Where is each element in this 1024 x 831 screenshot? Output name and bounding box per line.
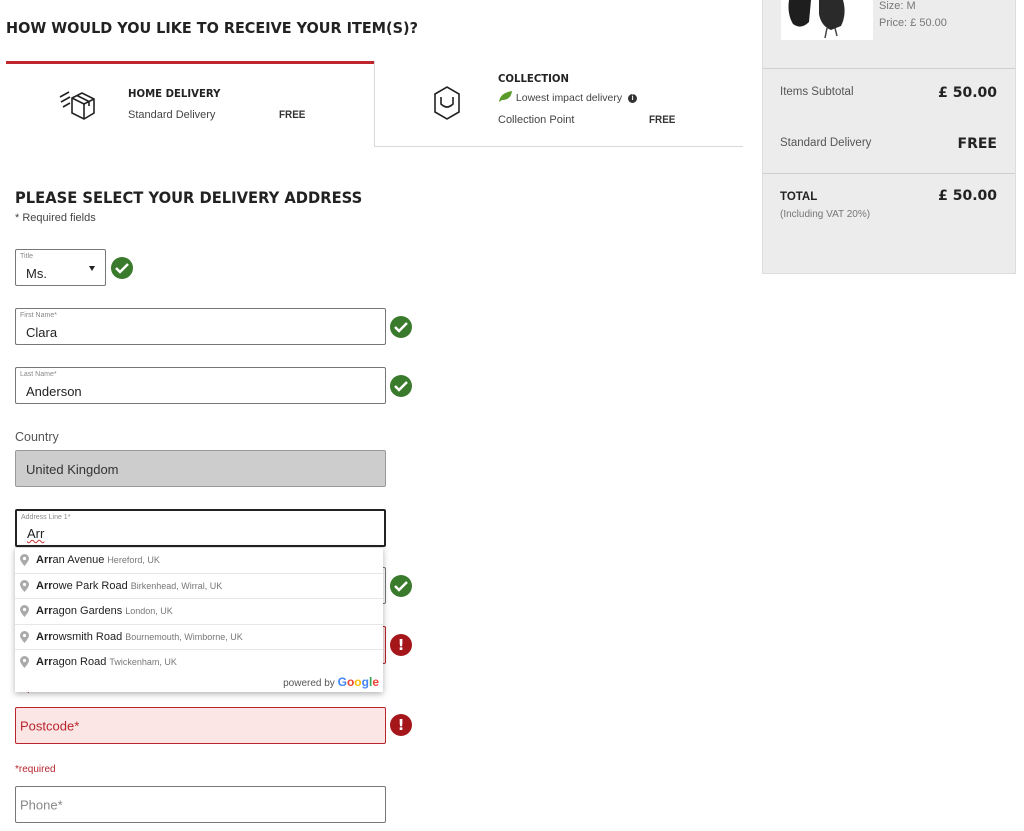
delivery-value: FREE bbox=[957, 136, 997, 152]
first-name-field[interactable]: First Name* Clara bbox=[15, 308, 386, 345]
address-suggestions-dropdown: Arran Avenue Hereford, UK Arrowe Park Roa… bbox=[15, 547, 383, 692]
map-pin-icon bbox=[20, 656, 29, 671]
map-pin-icon bbox=[20, 630, 29, 646]
info-icon[interactable]: i bbox=[628, 93, 638, 103]
last-name-label: Last Name* bbox=[20, 371, 57, 378]
suggestion-rest: an Avenue bbox=[52, 554, 105, 566]
collection-title: COLLECTION bbox=[498, 72, 570, 85]
country-field: United Kingdom bbox=[15, 450, 386, 487]
total-label: TOTAL bbox=[780, 191, 818, 203]
powered-by-text: powered by bbox=[283, 678, 335, 689]
total-row: TOTAL £ 50.00 bbox=[780, 188, 997, 204]
address-heading: PLEASE SELECT YOUR DELIVERY ADDRESS bbox=[15, 188, 363, 207]
tab-home-delivery[interactable]: HOME DELIVERY Standard Delivery FREE bbox=[6, 61, 374, 147]
collection-point-text: Collection Point bbox=[498, 114, 575, 126]
suggestion-match: Arr bbox=[36, 579, 53, 592]
subtotal-label: Items Subtotal bbox=[780, 86, 854, 98]
last-name-field[interactable]: Last Name* Anderson bbox=[15, 367, 386, 404]
last-name-value: Anderson bbox=[26, 384, 82, 399]
shopping-bag-icon bbox=[431, 82, 463, 127]
suggestion-item[interactable]: Arrowsmith Road Bournemouth, Wimborne, UK bbox=[15, 625, 383, 651]
error-icon: ! bbox=[390, 634, 412, 656]
divider bbox=[763, 68, 1015, 69]
check-icon bbox=[390, 375, 412, 397]
map-pin-icon bbox=[20, 579, 29, 595]
product-image bbox=[781, 0, 873, 40]
postcode-required-text: *required bbox=[15, 764, 56, 775]
address-line-1-label: Address Line 1* bbox=[21, 514, 71, 521]
title-label: Title bbox=[20, 253, 33, 260]
google-logo: Google bbox=[337, 675, 379, 689]
phone-placeholder: Phone* bbox=[20, 797, 63, 812]
total-value: £ 50.00 bbox=[938, 188, 997, 204]
suggestion-match: Arr bbox=[36, 554, 53, 566]
postcode-input[interactable]: Postcode* bbox=[15, 707, 386, 744]
map-pin-icon bbox=[20, 554, 29, 569]
suggestion-secondary: Hereford, UK bbox=[107, 555, 160, 565]
suggestion-rest: agon Road bbox=[52, 656, 107, 669]
suggestion-item[interactable]: Arrowe Park Road Birkenhead, Wirral, UK bbox=[15, 574, 383, 600]
suggestion-match: Arr bbox=[36, 605, 53, 618]
tab-collection[interactable]: COLLECTION Lowest impact delivery i Coll… bbox=[374, 61, 743, 147]
suggestion-secondary: Twickenham, UK bbox=[109, 657, 177, 668]
order-summary: Size: M Price: £ 50.00 Items Subtotal £ … bbox=[762, 0, 1016, 274]
delivery-label: Standard Delivery bbox=[780, 137, 872, 149]
first-name-label: First Name* bbox=[20, 312, 57, 319]
postcode-placeholder: Postcode* bbox=[20, 718, 80, 733]
leaf-icon bbox=[498, 90, 513, 106]
product-price: Price: £ 50.00 bbox=[879, 17, 947, 29]
first-name-value: Clara bbox=[26, 325, 58, 340]
suggestion-match: Arr bbox=[36, 630, 53, 643]
suggestion-rest: owsmith Road bbox=[52, 630, 123, 643]
home-delivery-price: FREE bbox=[279, 109, 306, 121]
suggestion-rest: agon Gardens bbox=[52, 605, 123, 618]
receive-heading: HOW WOULD YOU LIKE TO RECEIVE YOUR ITEM(… bbox=[6, 19, 418, 37]
suggestion-item[interactable]: Arragon Gardens London, UK bbox=[15, 599, 383, 625]
phone-input[interactable]: Phone* bbox=[15, 786, 386, 823]
country-label: Country bbox=[15, 430, 59, 444]
subtotal-value: £ 50.00 bbox=[938, 85, 997, 101]
delivery-box-icon bbox=[58, 84, 100, 131]
suggestion-item[interactable]: Arran Avenue Hereford, UK bbox=[15, 548, 383, 574]
check-icon bbox=[390, 316, 412, 338]
vat-note: (Including VAT 20%) bbox=[780, 209, 871, 220]
required-fields-note: * Required fields bbox=[15, 212, 96, 224]
eco-delivery-note: Lowest impact delivery i bbox=[498, 90, 638, 106]
collection-price: FREE bbox=[649, 114, 676, 126]
suggestion-match: Arr bbox=[36, 656, 53, 669]
product-size: Size: M bbox=[879, 0, 916, 12]
country-value: United Kingdom bbox=[26, 462, 119, 477]
map-pin-icon bbox=[20, 605, 29, 620]
suggestion-secondary: Birkenhead, Wirral, UK bbox=[130, 580, 223, 591]
delivery-row: Standard Delivery FREE bbox=[780, 136, 997, 152]
title-value: Ms. bbox=[26, 266, 47, 281]
address-line-1-input[interactable]: Address Line 1* Arr bbox=[15, 509, 386, 547]
suggestion-secondary: London, UK bbox=[125, 606, 173, 617]
subtotal-row: Items Subtotal £ 50.00 bbox=[780, 85, 997, 101]
powered-by-google: powered by Google bbox=[283, 675, 379, 689]
suggestion-secondary: Bournemouth, Wimborne, UK bbox=[125, 631, 243, 642]
title-select[interactable]: Title Ms. bbox=[15, 249, 106, 286]
home-delivery-title: HOME DELIVERY bbox=[128, 87, 221, 100]
suggestion-rest: owe Park Road bbox=[52, 579, 128, 592]
error-icon: ! bbox=[390, 714, 412, 736]
check-icon bbox=[111, 257, 133, 279]
check-icon bbox=[390, 575, 412, 597]
chevron-down-icon bbox=[89, 266, 95, 271]
standard-delivery-text: Standard Delivery bbox=[128, 109, 216, 121]
address-line-1-value: Arr bbox=[27, 526, 45, 541]
divider bbox=[763, 173, 1015, 174]
suggestion-item[interactable]: Arragon Road Twickenham, UK bbox=[15, 650, 383, 676]
